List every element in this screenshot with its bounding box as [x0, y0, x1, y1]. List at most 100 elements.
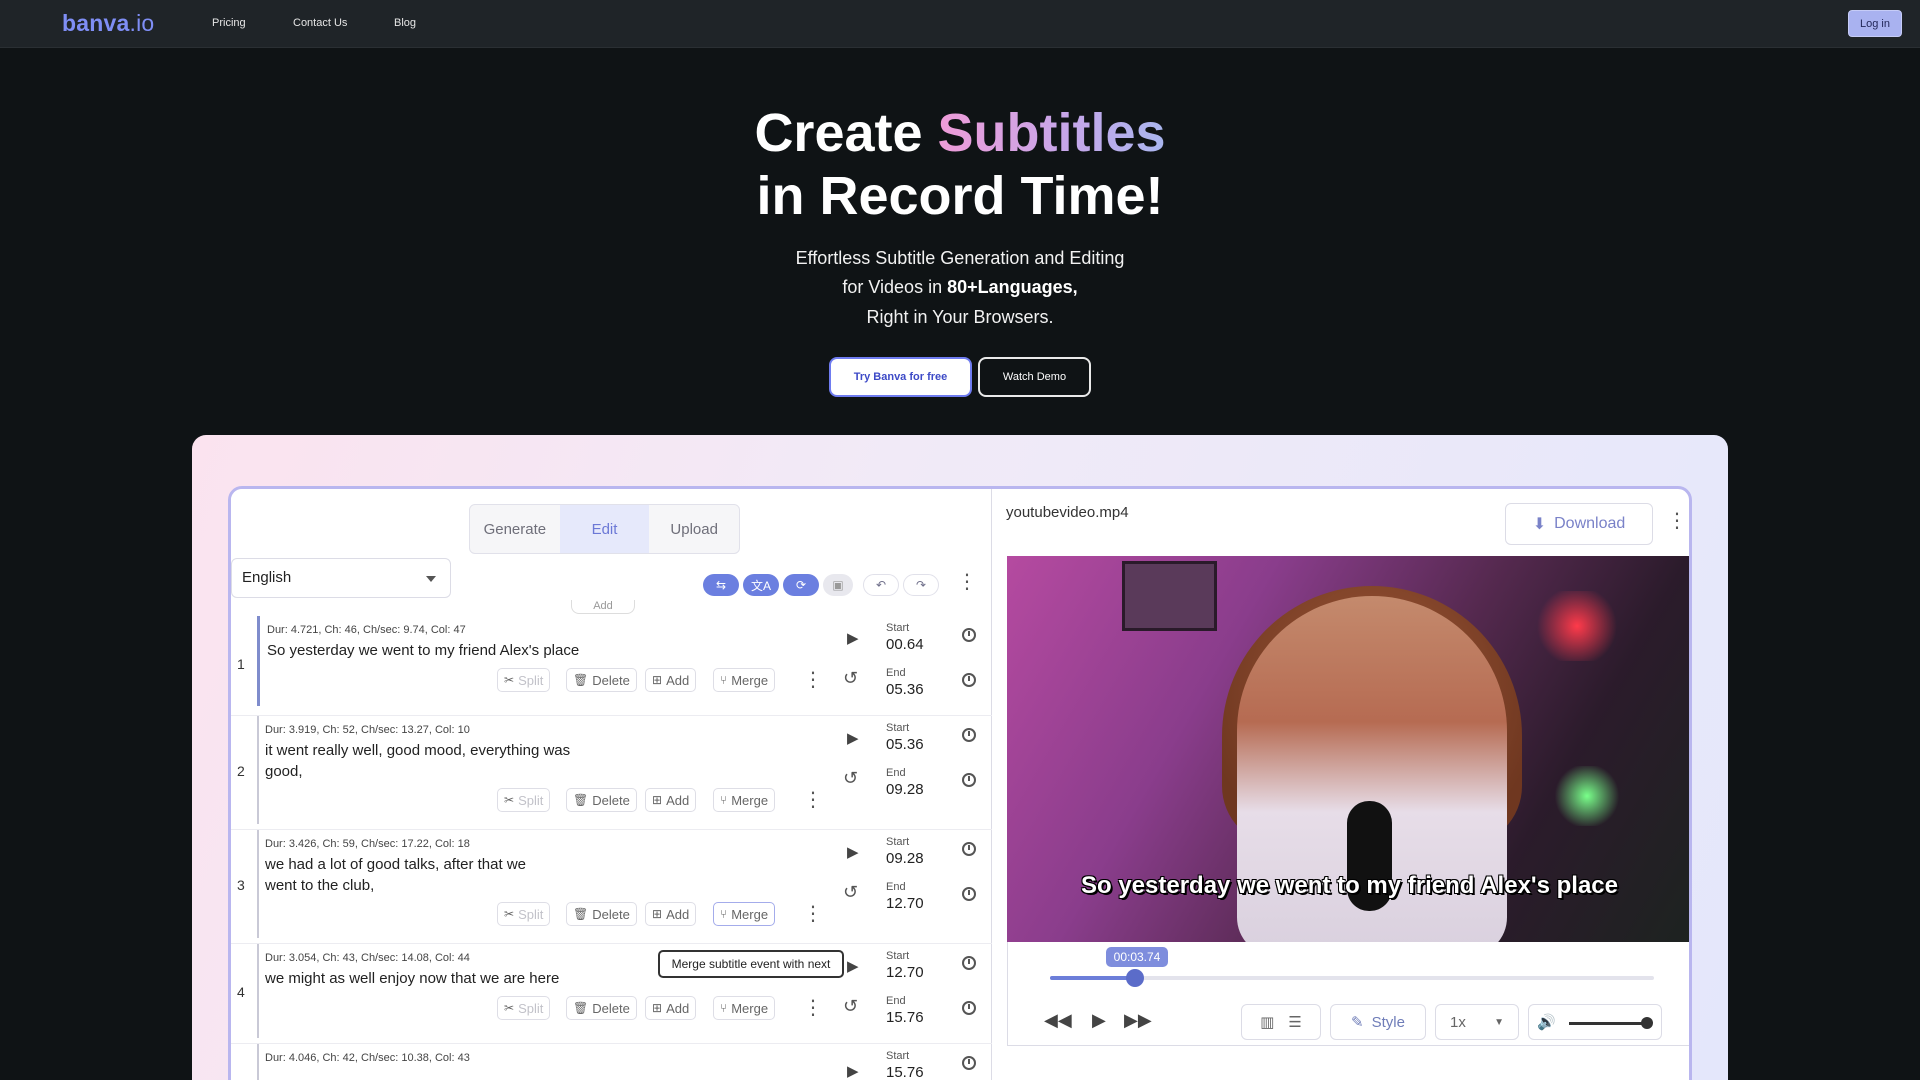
find-replace-icon[interactable]: ⟳ — [783, 574, 819, 596]
try-free-button[interactable]: Try Banva for free — [829, 357, 972, 397]
split-button[interactable]: ✂ Split — [497, 668, 551, 692]
play-icon[interactable]: ▶ — [847, 729, 859, 747]
row-more-icon[interactable]: ⋮ — [803, 790, 823, 810]
merge-button-hovered[interactable]: ⑂ Merge — [713, 902, 776, 926]
tab-generate[interactable]: Generate — [470, 505, 560, 553]
seek-thumb[interactable] — [1125, 969, 1144, 987]
row-more-icon[interactable]: ⋮ — [803, 998, 823, 1018]
start-time[interactable]: 09.28 — [886, 850, 924, 867]
red-light — [1532, 591, 1622, 661]
video-player[interactable]: So yesterday we went to my friend Alex's… — [1007, 556, 1689, 942]
subtitle-row[interactable]: 4 Dur: 3.054, Ch: 43, Ch/sec: 14.08, Col… — [231, 944, 992, 1044]
volume-knob[interactable] — [1641, 1017, 1653, 1029]
start-time[interactable]: 00.64 — [886, 636, 924, 653]
row-more-icon[interactable]: ⋮ — [803, 904, 823, 924]
stopwatch-icon[interactable] — [962, 1056, 976, 1070]
delete-button[interactable]: 🗑 Delete — [566, 902, 637, 926]
split-button[interactable]: ✂ Split — [497, 788, 551, 812]
fast-forward-icon[interactable]: ▶▶ — [1124, 1010, 1152, 1031]
stopwatch-icon[interactable] — [962, 728, 976, 742]
split-label: Split — [518, 906, 544, 922]
undo-icon[interactable]: ↶ — [863, 574, 899, 596]
stopwatch-icon[interactable] — [962, 887, 976, 901]
reset-icon[interactable]: ↺ — [843, 768, 858, 789]
subtitle-row[interactable]: Dur: 4.046, Ch: 42, Ch/sec: 10.38, Col: … — [231, 1044, 992, 1080]
row-more-icon[interactable]: ⋮ — [803, 670, 823, 690]
delete-button[interactable]: 🗑 Delete — [566, 788, 637, 812]
hero-title-part1: Create — [754, 103, 938, 163]
split-label: Split — [518, 792, 544, 808]
style-button[interactable]: ✎ Style — [1330, 1004, 1426, 1040]
list-view-icon[interactable]: ☰ — [1288, 1013, 1301, 1031]
play-icon[interactable]: ▶ — [847, 843, 859, 861]
end-time[interactable]: 05.36 — [886, 681, 924, 698]
subtitle-text[interactable]: we might as well enjoy now that we are h… — [265, 968, 595, 989]
layout-toggle[interactable]: ▥ ☰ — [1241, 1004, 1321, 1040]
split-button[interactable]: ✂ Split — [497, 902, 551, 926]
volume-control[interactable]: 🔊 — [1528, 1004, 1662, 1040]
speed-select[interactable]: 1x ▼ — [1435, 1004, 1519, 1040]
add-top-button[interactable]: Add — [571, 600, 635, 614]
delete-button[interactable]: 🗑 Delete — [566, 668, 637, 692]
download-label: Download — [1554, 515, 1626, 532]
add-button[interactable]: ⊞ Add — [645, 668, 697, 692]
merge-label: Merge — [731, 792, 769, 808]
end-time[interactable]: 09.28 — [886, 781, 924, 798]
stopwatch-icon[interactable] — [962, 628, 976, 642]
nav-link-contact[interactable]: Contact Us — [293, 17, 347, 29]
subtitle-row[interactable]: 1 Dur: 4.721, Ch: 46, Ch/sec: 9.74, Col:… — [231, 616, 992, 716]
add-button[interactable]: ⊞ Add — [645, 788, 697, 812]
add-button[interactable]: ⊞ Add — [645, 902, 697, 926]
video-more-icon[interactable]: ⋮ — [1667, 511, 1687, 531]
nav-link-blog[interactable]: Blog — [394, 17, 416, 29]
reset-icon[interactable]: ↺ — [843, 996, 858, 1017]
top-nav: banva.io Pricing Contact Us Blog Log in — [0, 0, 1920, 48]
volume-slider[interactable] — [1569, 1017, 1653, 1029]
language-select[interactable]: English — [231, 558, 451, 598]
subtitle-text[interactable]: it went really well, good mood, everythi… — [265, 740, 595, 782]
merge-button[interactable]: ⑂ Merge — [713, 668, 776, 692]
more-icon[interactable]: ⋮ — [957, 572, 977, 592]
login-button[interactable]: Log in — [1848, 10, 1902, 37]
sync-icon[interactable]: ⇆ — [703, 574, 739, 596]
delete-button[interactable]: 🗑 Delete — [566, 996, 637, 1020]
tab-upload[interactable]: Upload — [649, 505, 739, 553]
logo[interactable]: banva.io — [62, 10, 154, 37]
start-time[interactable]: 05.36 — [886, 736, 924, 753]
add-button[interactable]: ⊞ Add — [645, 996, 697, 1020]
stopwatch-icon[interactable] — [962, 842, 976, 856]
stopwatch-icon[interactable] — [962, 1001, 976, 1015]
merge-button[interactable]: ⑂ Merge — [713, 788, 776, 812]
row-number: 2 — [237, 763, 245, 779]
split-button[interactable]: ✂ Split — [497, 996, 551, 1020]
redo-icon[interactable]: ↷ — [903, 574, 939, 596]
watch-demo-button[interactable]: Watch Demo — [978, 357, 1091, 397]
start-time[interactable]: 15.76 — [886, 1064, 924, 1080]
play-icon[interactable]: ▶ — [1092, 1010, 1106, 1031]
save-icon[interactable]: ▣ — [823, 574, 853, 596]
translate-icon[interactable]: 文A — [743, 574, 779, 596]
start-time[interactable]: 12.70 — [886, 964, 924, 981]
end-time[interactable]: 15.76 — [886, 1009, 924, 1026]
reset-icon[interactable]: ↺ — [843, 882, 858, 903]
rewind-icon[interactable]: ◀◀ — [1044, 1010, 1072, 1031]
tab-edit[interactable]: Edit — [559, 505, 650, 553]
play-icon[interactable]: ▶ — [847, 629, 859, 647]
subtitle-row[interactable]: 3 Dur: 3.426, Ch: 59, Ch/sec: 17.22, Col… — [231, 830, 992, 944]
split-view-icon[interactable]: ▥ — [1260, 1013, 1274, 1031]
row-divider — [257, 1044, 259, 1080]
subtitle-text[interactable]: we had a lot of good talks, after that w… — [265, 854, 555, 896]
end-time[interactable]: 12.70 — [886, 895, 924, 912]
download-button[interactable]: ⬇ Download — [1505, 503, 1653, 545]
subtitle-text[interactable]: So yesterday we went to my friend Alex's… — [267, 640, 597, 661]
stopwatch-icon[interactable] — [962, 773, 976, 787]
stopwatch-icon[interactable] — [962, 673, 976, 687]
nav-link-pricing[interactable]: Pricing — [212, 17, 246, 29]
volume-icon[interactable]: 🔊 — [1537, 1013, 1556, 1031]
merge-button[interactable]: ⑂ Merge — [713, 996, 776, 1020]
play-icon[interactable]: ▶ — [847, 1062, 859, 1080]
subtitle-row[interactable]: 2 Dur: 3.919, Ch: 52, Ch/sec: 13.27, Col… — [231, 716, 992, 830]
reset-icon[interactable]: ↺ — [843, 668, 858, 689]
stopwatch-icon[interactable] — [962, 956, 976, 970]
play-icon[interactable]: ▶ — [847, 957, 859, 975]
